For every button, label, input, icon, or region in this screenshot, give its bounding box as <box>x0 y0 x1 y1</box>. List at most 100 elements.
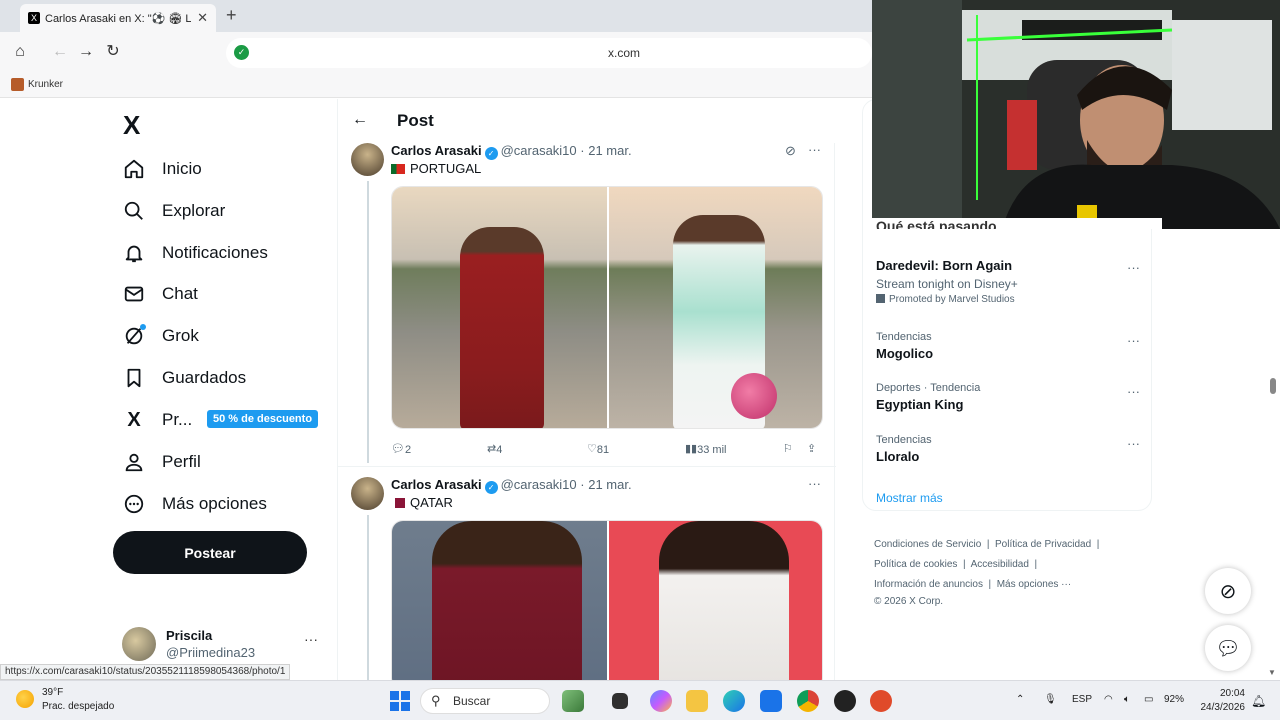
author-avatar[interactable] <box>351 477 384 510</box>
nav-explorar[interactable]: Explorar <box>122 196 225 226</box>
author-handle[interactable]: @carasaki10 <box>501 143 577 158</box>
search-icon: ⚲ <box>431 693 441 708</box>
account-switcher[interactable]: Priscila @Priimedina23 ··· <box>122 625 322 665</box>
footer-link-more[interactable]: Más opciones ··· <box>997 579 1071 590</box>
messages-fab-icon[interactable]: 💬︎ <box>1205 625 1251 671</box>
nav-perfil[interactable]: Perfil <box>122 447 201 477</box>
trend-title: Lloralo <box>876 449 920 464</box>
grok-fab-icon[interactable]: ⊘ <box>1205 568 1251 614</box>
reply-button[interactable]: 💬︎ 2 <box>391 442 411 456</box>
x-logo-icon[interactable]: X <box>123 110 140 141</box>
nav-grok[interactable]: Grok <box>122 321 199 351</box>
nav-chat[interactable]: Chat <box>122 279 198 309</box>
scroll-down-icon[interactable]: ▼ <box>1268 668 1276 677</box>
nav-inicio[interactable]: Inicio <box>122 154 202 184</box>
nav-mas-opciones[interactable]: Más opciones <box>122 489 267 519</box>
clock[interactable]: 20:04 24/3/2026 <box>1195 687 1246 715</box>
taskbar-search[interactable]: ⚲ Buscar <box>420 688 550 714</box>
show-more-link[interactable]: Mostrar más <box>876 491 943 505</box>
footer-link-privacy[interactable]: Política de Privacidad <box>995 539 1091 550</box>
like-button[interactable]: ♡ 81 <box>587 442 609 456</box>
trend-item[interactable]: Tendencias Lloralo ··· <box>876 434 1146 464</box>
grok-explain-icon[interactable]: ⊘ <box>785 143 796 159</box>
scrollbar-thumb[interactable] <box>1270 378 1276 394</box>
views-button[interactable]: ▮▮ 33 mil <box>685 442 726 456</box>
media-photo-portugal-away[interactable] <box>609 187 822 428</box>
author-avatar[interactable] <box>351 143 384 176</box>
task-view-icon[interactable] <box>612 693 628 709</box>
repost-button[interactable]: ⇄ 4 <box>487 442 502 456</box>
tweet-date[interactable]: 21 mar. <box>588 143 631 158</box>
tweet-media[interactable] <box>391 520 823 680</box>
browser-tab[interactable]: X Carlos Arasaki en X: "⚽ 🏟 La ✕ <box>20 4 216 32</box>
widgets-app-icon[interactable] <box>562 690 584 712</box>
edge-icon[interactable] <box>723 690 745 712</box>
obs-icon[interactable] <box>834 690 856 712</box>
more-icon[interactable]: ··· <box>1127 384 1140 399</box>
chrome-icon[interactable] <box>797 690 819 712</box>
back-arrow-icon[interactable]: ← <box>352 111 368 129</box>
more-icon[interactable]: ··· <box>1127 436 1140 451</box>
portugal-flag-icon <box>391 164 405 174</box>
copilot-icon[interactable] <box>650 690 672 712</box>
webcam-overlay: Qué está pasando <box>872 0 1280 229</box>
media-photo-qatar-away[interactable] <box>609 521 822 680</box>
more-icon[interactable]: ··· <box>1127 260 1140 275</box>
repost-count: 4 <box>496 444 503 456</box>
tweet-date[interactable]: 21 mar. <box>588 477 631 492</box>
forward-browser-icon[interactable]: → <box>76 42 96 62</box>
more-icon[interactable]: ··· <box>808 476 821 491</box>
nav-premium[interactable]: X Pr... <box>122 405 192 435</box>
store-icon[interactable] <box>760 690 782 712</box>
microphone-icon[interactable]: 🎙︎ <box>1044 694 1057 705</box>
new-tab-icon[interactable]: + <box>226 5 237 26</box>
footer-link-cookies[interactable]: Política de cookies <box>874 559 957 570</box>
windows-start-icon[interactable] <box>390 691 410 711</box>
author-name[interactable]: Carlos Arasaki <box>391 477 482 492</box>
language-indicator[interactable]: ESP <box>1072 694 1092 705</box>
author-handle[interactable]: @carasaki10 <box>501 477 577 492</box>
post-button[interactable]: Postear <box>113 531 307 574</box>
more-icon[interactable]: ··· <box>1127 333 1140 348</box>
close-tab-icon[interactable]: ✕ <box>197 10 208 26</box>
trend-item[interactable]: Daredevil: Born Again Stream tonight on … <box>876 258 1146 305</box>
tweet[interactable]: Carlos Arasaki ✓ @carasaki10 · 21 mar. ⊘ ·… <box>338 142 836 465</box>
bookmark-krunker[interactable]: Krunker <box>11 78 63 91</box>
tweet-media[interactable] <box>391 186 823 429</box>
more-icon[interactable]: ··· <box>808 142 821 157</box>
trend-item[interactable]: Tendencias Mogolico ··· <box>876 331 1146 361</box>
trend-category: Deportes · Tendencia <box>876 382 981 394</box>
media-photo-portugal-home[interactable] <box>392 187 607 428</box>
premium-discount-badge[interactable]: 50 % de descuento <box>207 410 319 428</box>
footer-link-tos[interactable]: Condiciones de Servicio <box>874 539 981 550</box>
home-browser-icon[interactable]: ⌂ <box>10 42 30 62</box>
browser-app-icon[interactable] <box>870 690 892 712</box>
chevron-up-icon[interactable]: ⌃ <box>1016 694 1024 705</box>
nav-label: Pr... <box>162 410 193 429</box>
footer-link-accessibility[interactable]: Accesibilidad <box>971 559 1029 570</box>
battery-icon[interactable]: ▭ <box>1144 694 1153 705</box>
trend-item[interactable]: Deportes · Tendencia Egyptian King ··· <box>876 382 1146 412</box>
address-bar[interactable]: ✓ x.com <box>226 38 872 68</box>
media-photo-qatar-home[interactable] <box>392 521 607 680</box>
footer-link-ads[interactable]: Información de anuncios <box>874 579 983 590</box>
tweet-text-content: PORTUGAL <box>410 161 482 176</box>
weather-icon <box>16 690 34 708</box>
more-icon[interactable]: ··· <box>304 631 318 647</box>
file-explorer-icon[interactable] <box>686 690 708 712</box>
nav-notificaciones[interactable]: Notificaciones <box>122 238 268 268</box>
notification-icon[interactable]: 🔔︎ <box>1251 694 1266 708</box>
post-column: ← Post Carlos Arasaki ✓ @carasaki10 · 21 m… <box>337 99 836 680</box>
volume-icon[interactable]: 🔈︎ <box>1124 694 1130 705</box>
nav-guardados[interactable]: Guardados <box>122 363 246 393</box>
back-browser-icon[interactable]: ← <box>50 42 70 62</box>
bookmark-action-icon[interactable]: ⚐ <box>783 442 793 455</box>
share-icon[interactable]: ⇪ <box>807 442 816 455</box>
tweet-text-content: QATAR <box>410 495 453 510</box>
reload-icon[interactable]: ↻ <box>103 42 123 62</box>
tweet[interactable]: Carlos Arasaki ✓ @carasaki10 · 21 mar. ···… <box>338 476 836 680</box>
trend-subtitle: Stream tonight on Disney+ <box>876 277 1018 291</box>
wifi-icon[interactable]: ◠ <box>1104 694 1113 705</box>
nav-label: Inicio <box>162 159 202 178</box>
author-name[interactable]: Carlos Arasaki <box>391 143 482 158</box>
